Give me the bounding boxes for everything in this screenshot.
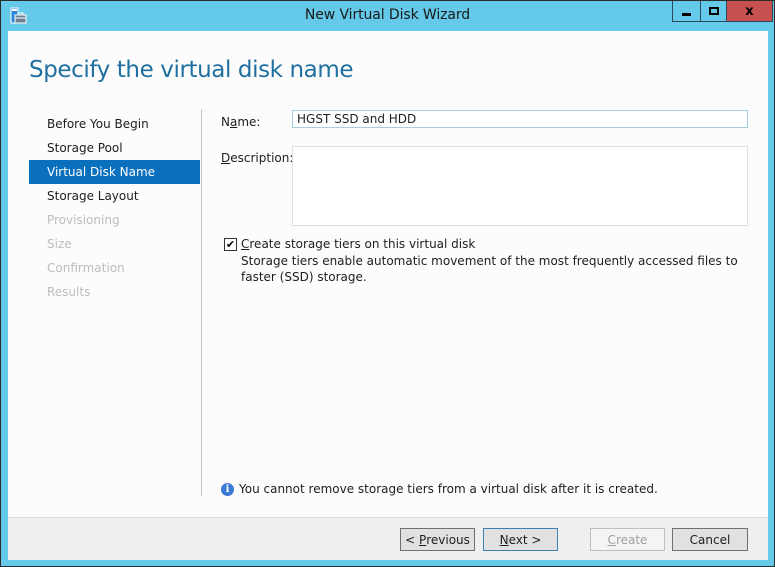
previous-label-prefix: <: [405, 532, 416, 547]
nav-item-confirmation: Confirmation: [47, 261, 125, 275]
description-input[interactable]: [292, 146, 748, 226]
storage-tiers-help-text: Storage tiers enable automatic movement …: [241, 254, 738, 284]
nav-item-storage-pool[interactable]: Storage Pool: [29, 136, 200, 160]
wizard-window: New Virtual Disk Wizard x Specify the vi…: [0, 0, 775, 567]
close-icon: x: [745, 3, 754, 19]
nav-item-size: Size: [47, 237, 72, 251]
minimize-icon: [682, 12, 691, 16]
nav-item-virtual-disk-name[interactable]: Virtual Disk Name: [29, 160, 200, 184]
info-message: i You cannot remove storage tiers from a…: [221, 482, 658, 496]
next-label-text: ext >: [508, 532, 542, 547]
close-button[interactable]: x: [727, 1, 773, 22]
checkmark-icon: ✔: [225, 238, 236, 251]
create-label-accelerator: C: [607, 532, 616, 547]
description-label-accelerator: D: [221, 151, 231, 165]
maximize-icon: [708, 7, 719, 15]
previous-label-text: revious: [426, 532, 470, 547]
nav-divider: [201, 109, 202, 496]
previous-button[interactable]: < Previous: [400, 528, 475, 551]
description-label: Description:: [221, 151, 293, 165]
wizard-client-area: Specify the virtual disk name Before You…: [8, 31, 768, 560]
create-button: Create: [590, 528, 665, 551]
window-title: New Virtual Disk Wizard: [304, 7, 471, 23]
next-button[interactable]: Next >: [483, 528, 558, 551]
minimize-button[interactable]: [672, 1, 700, 22]
nav-item-provisioning: Provisioning: [47, 213, 120, 227]
title-bar[interactable]: New Virtual Disk Wizard x: [1, 1, 774, 31]
maximize-button[interactable]: [700, 1, 727, 22]
cancel-button[interactable]: Cancel: [672, 528, 748, 551]
storage-tiers-label-text: reate storage tiers on this virtual disk: [249, 237, 476, 251]
page-title: Specify the virtual disk name: [29, 57, 354, 83]
nav-item-results: Results: [47, 285, 91, 299]
wizard-footer: < Previous Next > Create Cancel: [8, 517, 768, 560]
create-label-text: reate: [615, 532, 648, 547]
caption-buttons: x: [672, 1, 773, 22]
name-input[interactable]: [292, 110, 748, 128]
next-label-accelerator: N: [499, 532, 509, 547]
name-label-text: N: [221, 115, 230, 129]
info-icon: i: [221, 482, 234, 496]
description-label-text: escription:: [230, 151, 294, 165]
previous-label-accelerator: P: [418, 532, 427, 547]
name-label: Name:: [221, 115, 260, 129]
wizard-step-nav: Before You Begin Storage Pool Virtual Di…: [29, 112, 200, 304]
info-text: You cannot remove storage tiers from a v…: [239, 482, 658, 496]
storage-tiers-label[interactable]: Create storage tiers on this virtual dis…: [241, 237, 475, 251]
storage-tiers-checkbox[interactable]: ✔: [224, 238, 237, 251]
name-label-text-rest: me:: [237, 115, 261, 129]
nav-item-before-you-begin[interactable]: Before You Begin: [29, 112, 200, 136]
nav-item-storage-layout[interactable]: Storage Layout: [29, 184, 200, 208]
